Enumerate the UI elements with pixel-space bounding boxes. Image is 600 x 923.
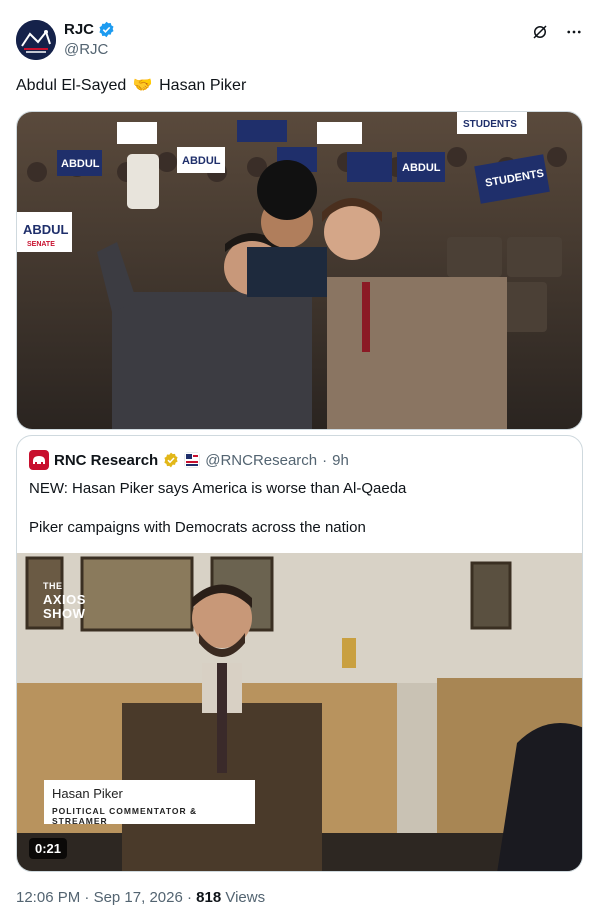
rnc-elephant-icon[interactable]	[29, 450, 49, 470]
handshake-emoji: 🤝	[132, 77, 153, 94]
tweet-header: RJC @RJC	[16, 16, 584, 64]
lower-third-title: POLITICAL COMMENTATOR & STREAMER	[52, 806, 198, 826]
verified-gold-badge-icon	[164, 452, 178, 468]
quote-display-name[interactable]: RNC Research	[54, 452, 158, 469]
rjc-logo-icon	[16, 20, 56, 60]
sign-text: ABDUL	[23, 222, 69, 237]
quote-video[interactable]: THE AXIOS SHOW Hasan Piker POLITICAL COM…	[17, 553, 582, 871]
views-count[interactable]: 818	[196, 889, 221, 906]
sign-text: STUDENTS	[463, 119, 517, 130]
quoted-tweet[interactable]: RNC Research @RNCResearch · 9h NEW: Hasa…	[16, 435, 583, 872]
sign-text: ABDUL	[61, 158, 100, 170]
quote-text-line1: NEW: Hasan Piker says America is worse t…	[29, 480, 407, 497]
views-label: Views	[225, 889, 266, 906]
quote-text-line2: Piker campaigns with Democrats across th…	[29, 519, 366, 536]
tweet-text-after: Hasan Piker	[159, 77, 247, 94]
sign-sub-text: SENATE	[27, 241, 55, 248]
tweet-date[interactable]: Sep 17, 2026	[94, 889, 183, 906]
verified-badge-icon	[99, 21, 114, 38]
sign-text: ABDUL	[182, 155, 221, 167]
affiliation-badge-icon	[184, 452, 201, 468]
grok-icon[interactable]	[530, 22, 550, 42]
author-avatar[interactable]	[16, 20, 56, 60]
tweet-time[interactable]: 12:06 PM	[16, 889, 80, 906]
meta-separator: ·	[84, 889, 90, 906]
quote-separator: ·	[322, 451, 328, 469]
tweet-meta: 12:06 PM · Sep 17, 2026 · 818 Views	[16, 889, 265, 906]
show-logo-line3: SHOW	[43, 606, 86, 621]
lower-third-name: Hasan Piker	[52, 786, 123, 801]
tweet-photo[interactable]: ABDUL SENATE STUDENTS ABDUL ABDUL ABDUL …	[16, 111, 583, 430]
quote-time[interactable]: 9h	[332, 452, 349, 469]
more-icon[interactable]	[564, 22, 584, 42]
author-handle[interactable]: @RJC	[64, 41, 108, 58]
show-logo-line1: THE	[43, 581, 63, 591]
rally-selfie-photo: ABDUL SENATE STUDENTS ABDUL ABDUL ABDUL …	[17, 112, 582, 429]
sign-text: ABDUL	[402, 162, 441, 174]
author-display-name[interactable]: RJC	[64, 21, 94, 38]
quote-handle[interactable]: @RNCResearch	[205, 452, 317, 469]
video-duration-badge: 0:21	[29, 838, 68, 859]
show-logo-line2: AXIOS	[43, 592, 86, 607]
lower-third-caption: Hasan Piker POLITICAL COMMENTATOR & STRE…	[44, 780, 255, 826]
axios-show-logo: THE AXIOS SHOW	[43, 579, 86, 621]
tweet-text-before: Abdul El-Sayed	[16, 77, 127, 94]
tweet-text: Abdul El-Sayed 🤝 Hasan Piker	[16, 76, 246, 96]
meta-separator: ·	[186, 889, 192, 906]
